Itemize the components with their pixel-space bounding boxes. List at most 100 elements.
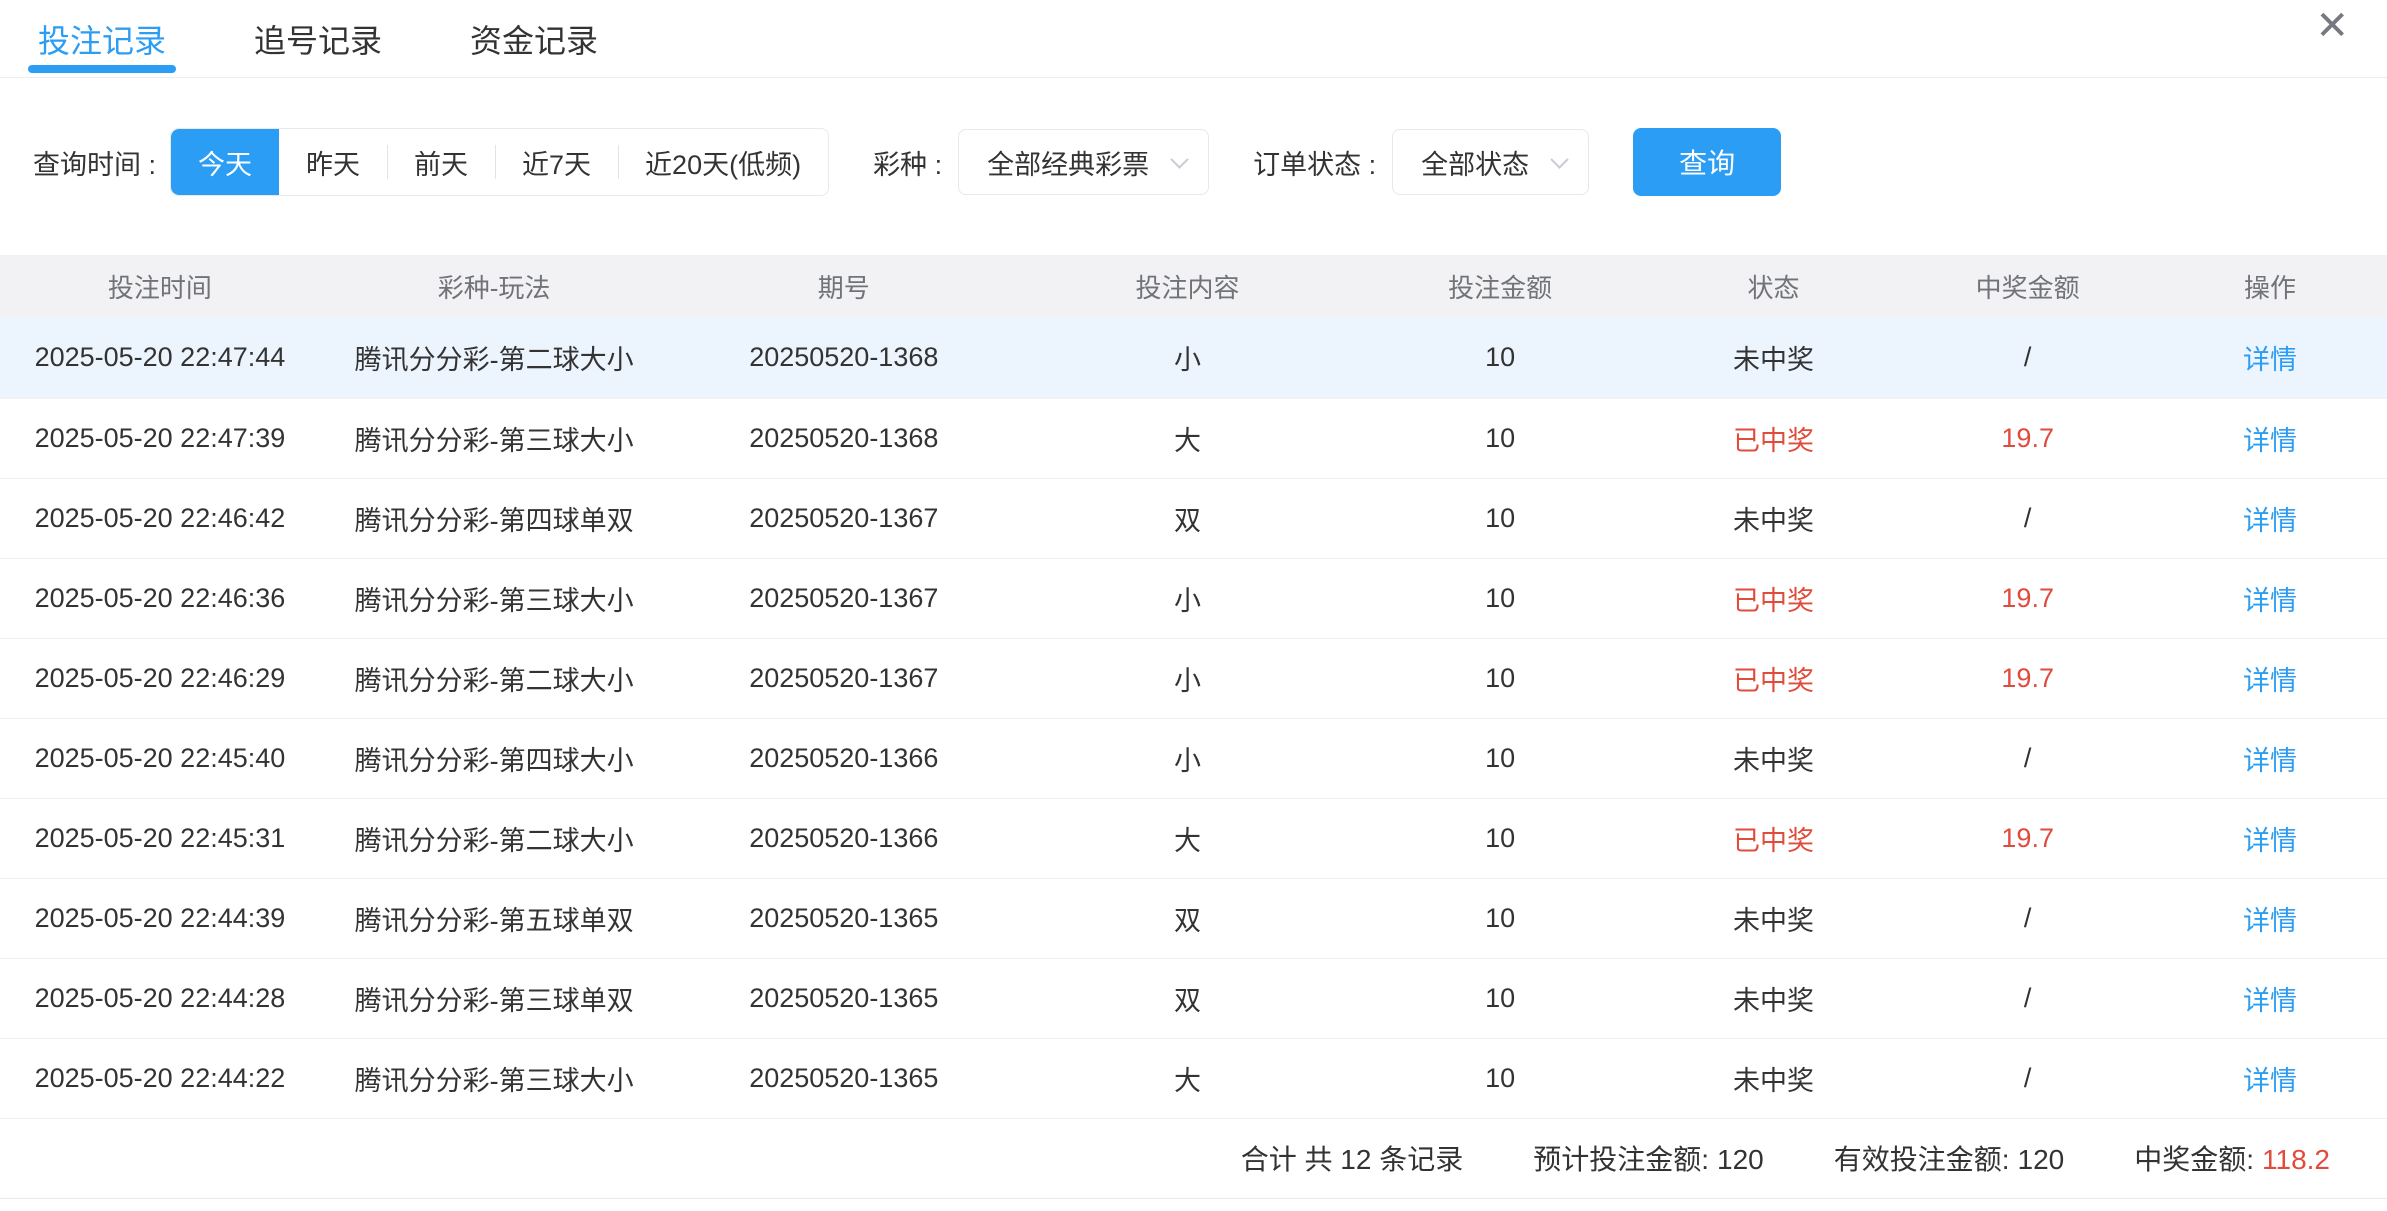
cell-game-play: 腾讯分分彩-第三球大小 (320, 398, 669, 478)
tab-bet-records[interactable]: 投注记录 (38, 0, 166, 77)
detail-link[interactable]: 详情 (2243, 506, 2297, 536)
cell-action: 详情 (2153, 638, 2387, 718)
time-range-group: 今天昨天前天近7天近20天(低频) (170, 128, 829, 196)
cell-status: 已中奖 (1645, 638, 1903, 718)
cell-prize: / (1902, 958, 2153, 1038)
cell-issue: 20250520-1365 (668, 878, 1019, 958)
cell-bet-time: 2025-05-20 22:45:31 (0, 798, 320, 878)
cell-status: 未中奖 (1645, 478, 1903, 558)
column-header: 状态 (1645, 255, 1903, 318)
cell-bet-time: 2025-05-20 22:44:22 (0, 1038, 320, 1118)
time-option[interactable]: 今天 (171, 129, 279, 195)
cell-bet-content: 双 (1019, 878, 1356, 958)
summary-valid-value: 120 (2018, 1144, 2065, 1175)
table-body: 2025-05-20 22:47:44 腾讯分分彩-第二球大小 20250520… (0, 318, 2387, 1118)
cell-bet-amount: 10 (1356, 318, 1645, 398)
cell-issue: 20250520-1365 (668, 1038, 1019, 1118)
cell-action: 详情 (2153, 798, 2387, 878)
summary-expected-label: 预计投注金额: (1533, 1144, 1709, 1175)
cell-prize: / (1902, 718, 2153, 798)
table-row: 2025-05-20 22:46:36 腾讯分分彩-第三球大小 20250520… (0, 558, 2387, 638)
column-header: 投注内容 (1019, 255, 1356, 318)
cell-bet-time: 2025-05-20 22:46:29 (0, 638, 320, 718)
cell-prize: 19.7 (1902, 638, 2153, 718)
detail-link[interactable]: 详情 (2243, 426, 2297, 456)
lottery-type-select[interactable]: 全部经典彩票 (958, 129, 1209, 195)
cell-bet-amount: 10 (1356, 878, 1645, 958)
table-row: 2025-05-20 22:45:40 腾讯分分彩-第四球大小 20250520… (0, 718, 2387, 798)
time-option[interactable]: 近7天 (495, 129, 618, 195)
cell-bet-content: 小 (1019, 558, 1356, 638)
summary-bar: 合计 共 12 条记录 预计投注金额:120 有效投注金额:120 中奖金额:1… (0, 1119, 2387, 1199)
cell-issue: 20250520-1366 (668, 718, 1019, 798)
cell-status: 已中奖 (1645, 558, 1903, 638)
cell-prize: 19.7 (1902, 398, 2153, 478)
column-header: 彩种-玩法 (320, 255, 669, 318)
order-status-select[interactable]: 全部状态 (1392, 129, 1589, 195)
time-option[interactable]: 昨天 (279, 129, 387, 195)
cell-game-play: 腾讯分分彩-第三球大小 (320, 1038, 669, 1118)
cell-bet-amount: 10 (1356, 1038, 1645, 1118)
cell-status: 未中奖 (1645, 878, 1903, 958)
cell-bet-time: 2025-05-20 22:47:39 (0, 398, 320, 478)
detail-link[interactable]: 详情 (2243, 1066, 2297, 1096)
column-header: 投注金额 (1356, 255, 1645, 318)
cell-status: 未中奖 (1645, 1038, 1903, 1118)
cell-game-play: 腾讯分分彩-第二球大小 (320, 318, 669, 398)
cell-prize: 19.7 (1902, 558, 2153, 638)
detail-link[interactable]: 详情 (2243, 986, 2297, 1016)
detail-link[interactable]: 详情 (2243, 666, 2297, 696)
detail-link[interactable]: 详情 (2243, 826, 2297, 856)
cell-issue: 20250520-1367 (668, 558, 1019, 638)
cell-bet-content: 小 (1019, 718, 1356, 798)
cell-bet-amount: 10 (1356, 798, 1645, 878)
time-option[interactable]: 近20天(低频) (618, 129, 828, 195)
cell-issue: 20250520-1366 (668, 798, 1019, 878)
detail-link[interactable]: 详情 (2243, 345, 2297, 375)
tab-fund-records[interactable]: 资金记录 (470, 0, 598, 77)
detail-link[interactable]: 详情 (2243, 586, 2297, 616)
cell-bet-amount: 10 (1356, 478, 1645, 558)
cell-game-play: 腾讯分分彩-第四球单双 (320, 478, 669, 558)
detail-link[interactable]: 详情 (2243, 906, 2297, 936)
cell-game-play: 腾讯分分彩-第二球大小 (320, 638, 669, 718)
cell-bet-time: 2025-05-20 22:44:28 (0, 958, 320, 1038)
cell-bet-amount: 10 (1356, 958, 1645, 1038)
summary-valid-label: 有效投注金额: (1834, 1144, 2010, 1175)
cell-action: 详情 (2153, 878, 2387, 958)
search-button[interactable]: 查询 (1633, 128, 1781, 196)
cell-prize: / (1902, 478, 2153, 558)
close-icon[interactable]: ✕ (2315, 6, 2349, 46)
cell-game-play: 腾讯分分彩-第三球大小 (320, 558, 669, 638)
order-status-label: 订单状态 : (1253, 143, 1376, 182)
table-header-row: 投注时间彩种-玩法期号投注内容投注金额状态中奖金额操作 (0, 255, 2387, 318)
table-row: 2025-05-20 22:45:31 腾讯分分彩-第二球大小 20250520… (0, 798, 2387, 878)
tab-chase-records[interactable]: 追号记录 (254, 0, 382, 77)
cell-action: 详情 (2153, 558, 2387, 638)
cell-status: 未中奖 (1645, 958, 1903, 1038)
column-header: 投注时间 (0, 255, 320, 318)
summary-expected-value: 120 (1717, 1144, 1764, 1175)
time-option[interactable]: 前天 (387, 129, 495, 195)
cell-bet-amount: 10 (1356, 558, 1645, 638)
summary-expected: 预计投注金额: 120 (1533, 1138, 1764, 1178)
cell-action: 详情 (2153, 1038, 2387, 1118)
lottery-type-value: 全部经典彩票 (987, 143, 1149, 182)
lottery-type-label: 彩种 : (873, 143, 942, 182)
cell-action: 详情 (2153, 398, 2387, 478)
cell-status: 已中奖 (1645, 798, 1903, 878)
cell-prize: 19.7 (1902, 798, 2153, 878)
column-header: 期号 (668, 255, 1019, 318)
table-row: 2025-05-20 22:44:22 腾讯分分彩-第三球大小 20250520… (0, 1038, 2387, 1118)
cell-status: 未中奖 (1645, 318, 1903, 398)
cell-game-play: 腾讯分分彩-第三球单双 (320, 958, 669, 1038)
bet-records-table: 投注时间彩种-玩法期号投注内容投注金额状态中奖金额操作 2025-05-20 2… (0, 255, 2387, 1119)
cell-game-play: 腾讯分分彩-第五球单双 (320, 878, 669, 958)
cell-bet-content: 大 (1019, 398, 1356, 478)
cell-game-play: 腾讯分分彩-第二球大小 (320, 798, 669, 878)
column-header: 操作 (2153, 255, 2387, 318)
chevron-down-icon (1170, 150, 1188, 168)
detail-link[interactable]: 详情 (2243, 746, 2297, 776)
cell-status: 未中奖 (1645, 718, 1903, 798)
table-row: 2025-05-20 22:47:44 腾讯分分彩-第二球大小 20250520… (0, 318, 2387, 398)
